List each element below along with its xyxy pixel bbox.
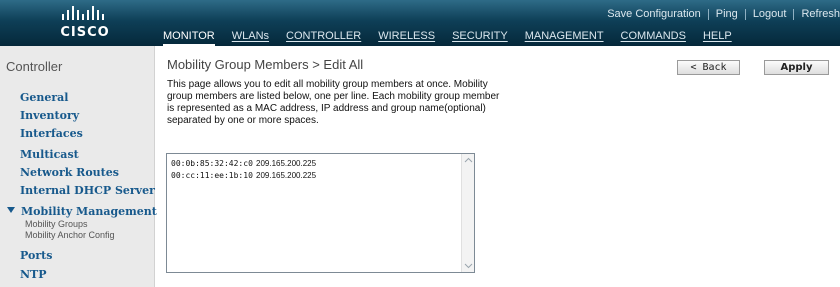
page-title: Mobility Group Members > Edit All — [167, 57, 364, 72]
ping-link[interactable]: Ping — [709, 8, 745, 20]
refresh-link[interactable]: Refresh — [794, 8, 840, 20]
logo-wordmark: CISCO — [60, 25, 110, 40]
main-nav: MONITOR WLANs CONTROLLER WIRELESS SECURI… — [163, 29, 749, 46]
sidebar: Controller General Inventory Interfaces … — [0, 46, 157, 287]
member-ip: 209.165.200.225 — [256, 170, 317, 180]
top-bar: CISCO Save Configuration Ping Logout Ref… — [0, 0, 840, 46]
sidebar-item-label: Mobility Management — [21, 205, 157, 218]
tab-help[interactable]: HELP — [703, 29, 732, 46]
member-row: 00:cc:11:ee:1b:10 209.165.200.225 — [171, 169, 316, 181]
tab-management[interactable]: MANAGEMENT — [525, 29, 604, 46]
sidebar-item-general[interactable]: General — [20, 91, 69, 104]
sidebar-item-inventory[interactable]: Inventory — [20, 109, 79, 122]
scroll-down-icon[interactable] — [464, 261, 473, 270]
tab-wireless[interactable]: WIRELESS — [378, 29, 435, 46]
page-description: This page allows you to edit all mobilit… — [167, 79, 500, 126]
tab-wlans[interactable]: WLANs — [232, 29, 269, 46]
sidebar-item-interfaces[interactable]: Interfaces — [20, 127, 83, 140]
sidebar-title: Controller — [6, 59, 63, 74]
sidebar-item-network-routes[interactable]: Network Routes — [20, 166, 119, 179]
sidebar-item-ntp[interactable]: NTP — [20, 268, 47, 281]
member-mac: 00:0b:85:32:42:c0 — [171, 158, 253, 168]
cisco-logo[interactable]: CISCO — [40, 4, 130, 44]
sidebar-item-multicast[interactable]: Multicast — [20, 148, 79, 161]
utility-links: Save Configuration Ping Logout Refresh — [600, 7, 840, 21]
sidebar-item-internal-dhcp-server[interactable]: Internal DHCP Server — [20, 184, 155, 197]
sidebar-subitem-mobility-anchor-config[interactable]: Mobility Anchor Config — [25, 230, 115, 240]
save-configuration-link[interactable]: Save Configuration — [600, 8, 708, 20]
tab-controller[interactable]: CONTROLLER — [286, 29, 361, 46]
sidebar-item-mobility-management[interactable]: Mobility Management — [7, 205, 157, 218]
member-row: 00:0b:85:32:42:c0 209.165.200.225 — [171, 157, 316, 169]
chevron-down-icon — [7, 207, 15, 213]
members-textarea[interactable]: 00:0b:85:32:42:c0 209.165.200.225 00:cc:… — [166, 153, 475, 273]
back-button[interactable]: < Back — [677, 60, 740, 75]
sidebar-item-ports[interactable]: Ports — [20, 249, 52, 262]
tab-commands[interactable]: COMMANDS — [621, 29, 686, 46]
sidebar-subitem-mobility-groups[interactable]: Mobility Groups — [25, 219, 88, 229]
tab-security[interactable]: SECURITY — [452, 29, 508, 46]
tab-monitor[interactable]: MONITOR — [163, 29, 215, 46]
members-list: 00:0b:85:32:42:c0 209.165.200.225 00:cc:… — [171, 157, 316, 181]
logout-link[interactable]: Logout — [746, 8, 794, 20]
apply-button[interactable]: Apply — [764, 60, 829, 75]
cisco-bridge-icon — [62, 6, 104, 20]
member-mac: 00:cc:11:ee:1b:10 — [171, 170, 253, 180]
vertical-scrollbar[interactable] — [461, 154, 474, 272]
scroll-up-icon[interactable] — [464, 156, 473, 165]
member-ip: 209.165.200.225 — [256, 158, 317, 168]
